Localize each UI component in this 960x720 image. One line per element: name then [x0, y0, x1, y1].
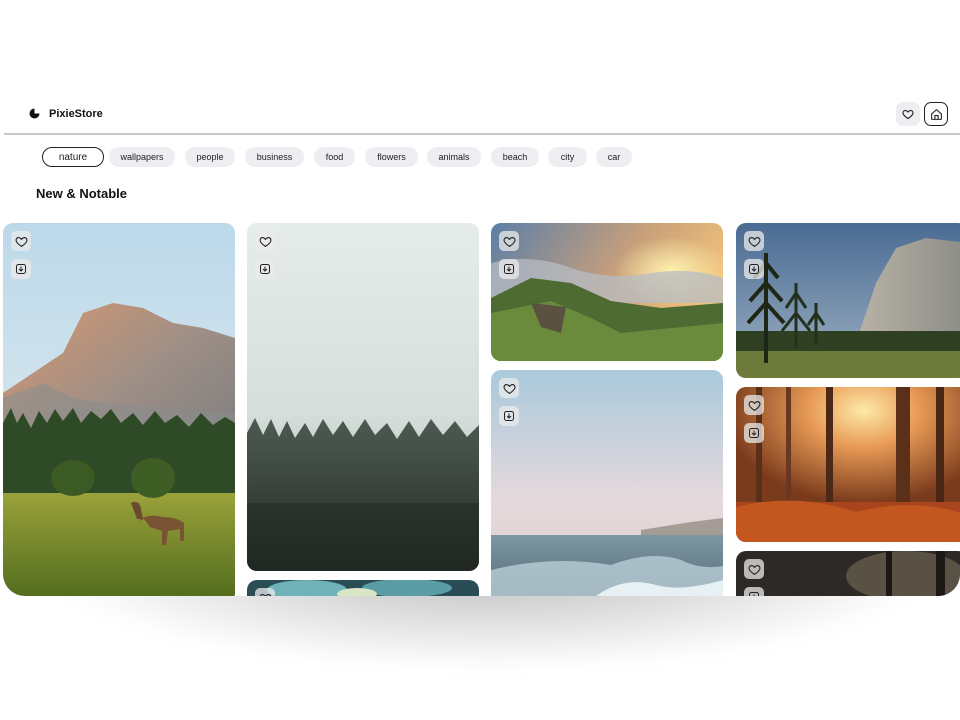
- download-icon: [749, 428, 759, 438]
- heart-icon: [748, 564, 760, 575]
- chip-beach[interactable]: beach: [491, 147, 539, 167]
- download-icon: [260, 264, 270, 274]
- download-button[interactable]: [11, 259, 31, 279]
- home-icon: [930, 108, 942, 120]
- pixie-logo-icon: [29, 108, 40, 119]
- heart-icon: [259, 593, 271, 596]
- chip-business[interactable]: business: [245, 147, 304, 167]
- photo-tile[interactable]: [3, 223, 235, 596]
- like-button[interactable]: [255, 588, 275, 596]
- chip-animals[interactable]: animals: [427, 147, 481, 167]
- photo-el-capitan: [736, 223, 960, 378]
- chip-city[interactable]: city: [548, 147, 587, 167]
- download-icon: [504, 411, 514, 421]
- download-icon: [749, 264, 759, 274]
- photo-tile[interactable]: [491, 223, 723, 361]
- chip-flowers[interactable]: flowers: [365, 147, 418, 167]
- heart-icon: [503, 383, 515, 394]
- download-button[interactable]: [499, 406, 519, 426]
- like-button[interactable]: [744, 559, 764, 579]
- photo-tile[interactable]: [736, 223, 960, 378]
- photo-autumn-forest: [736, 387, 960, 542]
- photo-ocean-wave: [491, 370, 723, 596]
- favorites-button[interactable]: [896, 102, 920, 126]
- header-divider: [4, 133, 960, 135]
- like-button[interactable]: [11, 231, 31, 251]
- chip-people[interactable]: people: [185, 147, 235, 167]
- brand-name: PixieStore: [49, 108, 103, 120]
- section-title: New & Notable: [36, 186, 128, 201]
- heart-icon: [902, 109, 914, 120]
- like-button[interactable]: [255, 231, 275, 251]
- heart-icon: [503, 236, 515, 247]
- photo-half-dome: [3, 223, 235, 596]
- chip-car[interactable]: car: [596, 147, 632, 167]
- like-button[interactable]: [499, 378, 519, 398]
- download-icon: [16, 264, 26, 274]
- photo-tile[interactable]: [736, 551, 960, 596]
- photo-misty-forest: [247, 223, 479, 571]
- heart-icon: [15, 236, 27, 247]
- heart-icon: [748, 400, 760, 411]
- like-button[interactable]: [744, 231, 764, 251]
- chip-wallpapers[interactable]: wallpapers: [109, 147, 175, 167]
- photo-dark-forest: [736, 551, 960, 596]
- download-icon: [749, 592, 759, 596]
- home-button[interactable]: [924, 102, 948, 126]
- photo-forest-canopy: [247, 580, 479, 596]
- chip-food[interactable]: food: [314, 147, 355, 167]
- photo-tile[interactable]: [247, 223, 479, 571]
- photo-mountain-sunset: [491, 223, 723, 361]
- chip-nature[interactable]: nature: [42, 147, 104, 167]
- download-button[interactable]: [255, 259, 275, 279]
- photo-tile[interactable]: [491, 370, 723, 596]
- photo-tile[interactable]: [736, 387, 960, 542]
- heart-icon: [748, 236, 760, 247]
- like-button[interactable]: [744, 395, 764, 415]
- photo-gallery: [3, 223, 960, 596]
- download-button[interactable]: [744, 423, 764, 443]
- download-icon: [504, 264, 514, 274]
- photo-tile[interactable]: [247, 580, 479, 596]
- download-button[interactable]: [744, 587, 764, 596]
- heart-icon: [259, 236, 271, 247]
- download-button[interactable]: [499, 259, 519, 279]
- top-bar: PixieStore: [0, 96, 960, 132]
- like-button[interactable]: [499, 231, 519, 251]
- download-button[interactable]: [744, 259, 764, 279]
